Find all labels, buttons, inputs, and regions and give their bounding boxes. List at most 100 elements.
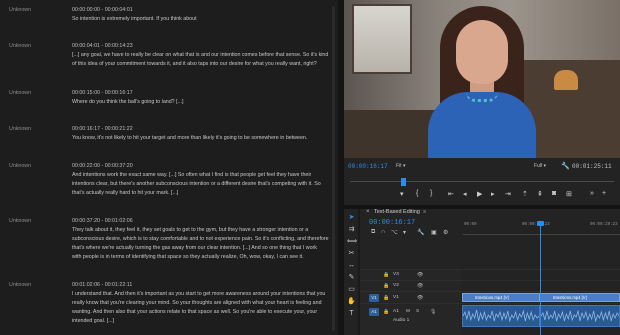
speaker-label[interactable]: Unknown — [9, 163, 31, 169]
entry-text[interactable]: [...] any goal, we have to really be cle… — [72, 51, 330, 69]
step-forward-icon[interactable]: ▸ — [491, 190, 495, 198]
track-label: Audio 1 — [393, 318, 410, 323]
timeline-tab[interactable]: × Text-Based Editing ≡ — [360, 209, 620, 218]
lock-icon[interactable]: 🔒 — [383, 309, 389, 315]
track-header: 🔒 V2 👁 — [360, 281, 461, 291]
monitor-scrubber[interactable] — [350, 178, 614, 186]
entry-text[interactable]: So intention is extremely important. If … — [72, 15, 330, 24]
speaker-label[interactable]: Unknown — [9, 282, 31, 288]
audio-clip[interactable] — [540, 305, 620, 327]
video-clip[interactable]: Intentions.mp4 [V] — [540, 293, 620, 302]
slip-tool-icon[interactable]: ↔ — [347, 261, 356, 270]
export-frame-icon[interactable]: ◙ — [552, 190, 556, 197]
eye-icon[interactable]: 👁 — [417, 272, 423, 278]
snap-icon[interactable]: ∩ — [381, 229, 385, 235]
linked-icon[interactable]: ⌥ — [391, 229, 398, 236]
entry-text[interactable]: And intentions work the exact same way. … — [72, 171, 330, 198]
monitor-playhead[interactable] — [401, 178, 406, 186]
entry-text-line: that's where we're actually turning the … — [72, 245, 317, 251]
timeline-playhead[interactable] — [540, 223, 541, 335]
video-clip[interactable]: Intentions.mp4 [V] — [462, 293, 540, 302]
step-back-icon[interactable]: ◂ — [463, 190, 467, 198]
entry-text-line: I understand that. And then it's importa… — [72, 291, 326, 297]
track-select-tool-icon[interactable]: ⇉ — [347, 225, 356, 234]
wrench-icon[interactable]: 🔧 — [561, 162, 570, 170]
zoom-dropdown[interactable]: Fit ▾ — [396, 163, 405, 169]
transcript-panel[interactable]: Unknown 00:00:00:00 - 00:00:04:01 So inten… — [0, 0, 338, 335]
add-button-icon[interactable]: + — [602, 190, 606, 197]
tools-panel: ➤ ⇉ ⟺ ✂ ↔ ✎ ▭ ✋ T — [344, 209, 358, 335]
entry-text[interactable]: I understand that. And then it's importa… — [72, 290, 330, 326]
nest-icon[interactable]: ⧉ — [371, 229, 375, 236]
settings-icon[interactable]: » — [590, 190, 594, 197]
entry-timecode: 00:00:00:00 - 00:00:04:01 — [72, 7, 133, 13]
play-icon[interactable]: ▶ — [477, 190, 482, 198]
track-v3[interactable]: 🔒 V3 👁 — [360, 269, 620, 280]
entry-text-line: with people is in terms of identifying t… — [72, 254, 304, 260]
lock-icon[interactable]: 🔒 — [383, 283, 389, 289]
speaker-label[interactable]: Unknown — [9, 126, 31, 132]
go-to-in-button-icon[interactable]: ⇤ — [448, 190, 454, 198]
monitor-duration-timecode: 00:01:25:11 — [572, 163, 612, 170]
entry-text[interactable]: They talk about it, they feel it, they s… — [72, 226, 330, 262]
audio-clip[interactable] — [462, 305, 540, 327]
entry-text-line: Where do you think the ball's going to l… — [72, 99, 184, 105]
menu-icon[interactable]: ≡ — [423, 209, 426, 215]
go-to-in-icon[interactable]: } — [430, 190, 432, 197]
ripple-edit-tool-icon[interactable]: ⟺ — [347, 237, 357, 246]
source-patch-a1[interactable]: A1 — [369, 308, 379, 316]
rectangle-tool-icon[interactable]: ▭ — [347, 285, 356, 294]
track-name: V3 — [393, 272, 399, 277]
track-v2[interactable]: 🔒 V2 👁 — [360, 280, 620, 291]
eye-icon[interactable]: 👁 — [417, 295, 423, 301]
compare-icon[interactable]: ⊞ — [566, 190, 572, 198]
speaker-label[interactable]: Unknown — [9, 90, 31, 96]
speaker-label[interactable]: Unknown — [9, 43, 31, 49]
go-to-out-icon[interactable]: ⇥ — [505, 190, 511, 198]
sequence-name: Text-Based Editing — [374, 209, 420, 215]
hand-tool-icon[interactable]: ✋ — [347, 297, 356, 306]
quality-value: Full — [534, 163, 543, 169]
microphone-icon[interactable]: 🎙 — [430, 309, 436, 315]
lock-icon[interactable]: 🔒 — [383, 272, 389, 278]
timeline-timecode[interactable]: 00:00:16:17 — [369, 219, 415, 227]
lift-icon[interactable]: ⇡ — [522, 190, 528, 198]
entry-text-line: They talk about it, they feel it, they s… — [72, 227, 309, 233]
entry-timecode: 00:00:15:00 - 00:00:16:17 — [72, 90, 133, 96]
entry-text-line: intentions clear, but there's another su… — [72, 181, 321, 187]
chevron-down-icon: ▾ — [402, 163, 406, 169]
entry-text[interactable]: Where do you think the ball's going to l… — [72, 98, 330, 107]
pen-tool-icon[interactable]: ✎ — [347, 273, 356, 282]
mark-out-icon[interactable]: { — [416, 190, 418, 197]
ruler-tick: 00:00:29:23 — [590, 223, 618, 227]
speaker-label[interactable]: Unknown — [9, 218, 31, 224]
speaker-label[interactable]: Unknown — [9, 7, 31, 13]
solo-button[interactable]: S — [416, 309, 419, 314]
source-patch-v1[interactable]: V1 — [369, 294, 379, 302]
entry-timecode: 00:00:04:01 - 00:00:14:23 — [72, 43, 133, 49]
extract-icon[interactable]: ⇞ — [537, 190, 543, 198]
mark-in-icon[interactable]: ▾ — [400, 190, 404, 198]
eye-icon[interactable]: 👁 — [417, 283, 423, 289]
transcript-scrollbar[interactable] — [332, 6, 335, 331]
type-tool-icon[interactable]: T — [347, 309, 356, 318]
track-v1[interactable]: V1 🔒 V1 👁 Intentions.mp4 [V] Intentions.… — [360, 291, 620, 303]
close-icon[interactable]: × — [366, 209, 370, 215]
entry-text-line: subconscious desire, which is to stay co… — [72, 236, 329, 242]
captions-icon[interactable]: ▣ — [431, 229, 437, 236]
lock-icon[interactable]: 🔒 — [383, 295, 389, 301]
marker-icon[interactable]: ▾ — [403, 229, 406, 236]
mute-button[interactable]: M — [406, 309, 410, 314]
wrench-icon[interactable]: 🔧 — [417, 229, 424, 236]
razor-tool-icon[interactable]: ✂ — [347, 249, 356, 258]
playhead-handle[interactable] — [537, 221, 544, 226]
entry-text-line: really know that you're clearing your mi… — [72, 300, 322, 306]
monitor-current-timecode[interactable]: 00:00:16:17 — [348, 163, 388, 170]
settings-icon[interactable]: ⚙ — [443, 229, 448, 236]
selection-tool-icon[interactable]: ➤ — [347, 213, 356, 222]
quality-dropdown[interactable]: Full ▾ — [534, 163, 546, 169]
track-name: V2 — [393, 283, 399, 288]
track-a1[interactable]: A1 🔒 A1 M S 🎙 Audio 1 — [360, 303, 620, 335]
entry-text[interactable]: You know, it's not likely to hit your ta… — [72, 134, 330, 143]
audio-waveform — [541, 309, 619, 323]
